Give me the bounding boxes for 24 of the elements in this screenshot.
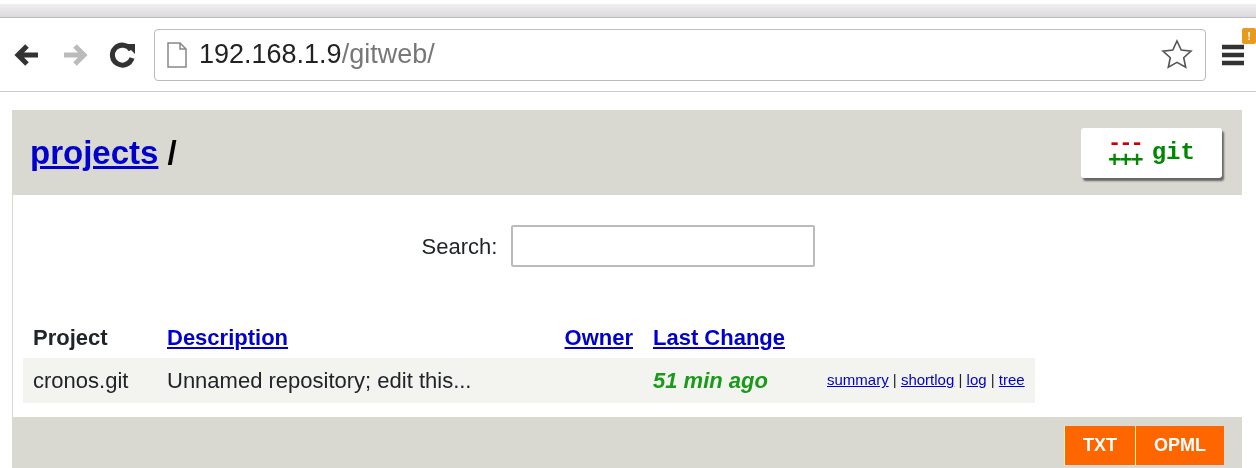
action-link[interactable]: shortlog [900, 371, 955, 389]
column-header: Project [33, 325, 108, 350]
menu-button[interactable] [1220, 42, 1246, 67]
breadcrumb-separator: / [167, 133, 177, 171]
url-text: 192.168.1.9/gitweb/ [199, 38, 435, 72]
notification-badge: ! [1242, 28, 1256, 45]
description-cell: Unnamed repository; edit this... [157, 358, 543, 403]
address-bar[interactable]: 192.168.1.9/gitweb/ [154, 28, 1206, 81]
search-field[interactable] [511, 225, 816, 267]
star-icon[interactable] [1161, 38, 1193, 71]
column-header-link[interactable]: Description [167, 325, 289, 350]
page-icon [167, 41, 187, 68]
link-separator: | [892, 371, 897, 389]
action-link[interactable]: log [966, 371, 987, 389]
projects-link[interactable]: projects [30, 133, 159, 171]
age-cell: 51 min ago [643, 358, 817, 403]
column-header-link[interactable]: Owner [564, 325, 633, 350]
column-header-link[interactable]: Last Change [653, 325, 786, 350]
link-separator: | [990, 371, 995, 389]
project-cell: cronos.git [23, 358, 157, 403]
action-link[interactable]: summary [827, 371, 889, 389]
search-label: Search: [421, 232, 498, 261]
action-link[interactable]: tree [998, 371, 1025, 389]
link-separator: | [958, 371, 963, 389]
